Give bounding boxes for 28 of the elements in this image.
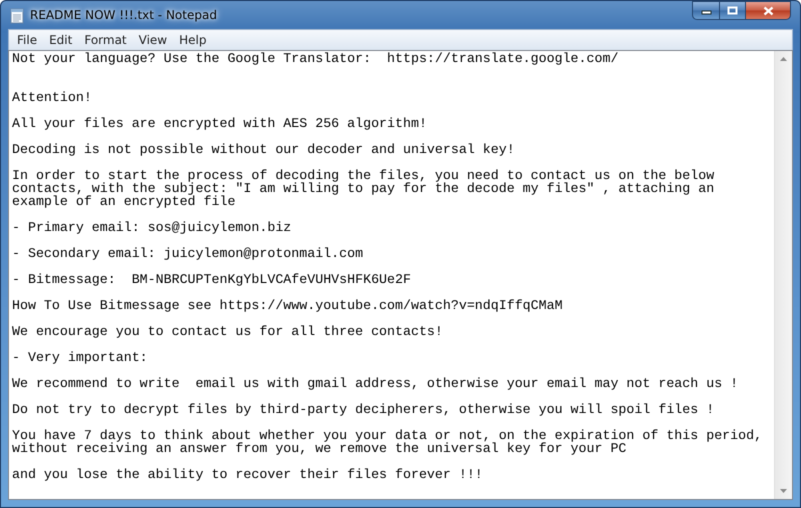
maximize-button[interactable]: [719, 1, 746, 20]
text-paragraph: - Secondary email: juicylemon@protonmail.com: [12, 247, 364, 260]
menu-item[interactable]: Edit: [43, 33, 78, 47]
text-paragraph: We encourage you to contact us for all three contacts!: [12, 325, 444, 338]
text-paragraph: Decoding is not possible without our decoder and universal key!: [12, 143, 516, 156]
text-paragraph: - Primary email: sos@juicylemon.biz: [12, 221, 292, 234]
menu-item[interactable]: Format: [78, 33, 133, 47]
minimize-button[interactable]: [692, 1, 719, 20]
text-paragraph: - Very important:: [12, 351, 149, 364]
text-paragraph: Not your language? Use the Google Translator: https://translate.google.com/: [12, 52, 620, 65]
maximize-icon: [727, 6, 738, 15]
menu-item[interactable]: File: [11, 33, 44, 47]
menu-item[interactable]: View: [132, 33, 174, 47]
text-paragraph: In order to start the process of decoding the files, you need to contact us on the below contacts, with the subject: "I am willing to pay for the decode my files" , attaching an example of an encrypted file: [12, 169, 716, 208]
text-paragraph: - Bitmessage: BM-NBRCUPTenKgYbLVCAfeVUHVsHFK6Ue2F: [12, 273, 412, 286]
text-paragraph: We recommend to write email us with gmail address, otherwise your email may not reach us !: [12, 377, 740, 390]
close-button[interactable]: [746, 1, 791, 20]
text-paragraph: Do not try to decrypt files by third-party decipherers, otherwise you will spoil files !: [12, 403, 716, 416]
text-paragraph: All your files are encrypted with AES 256 algorithm!: [12, 117, 428, 130]
notepad-icon: [10, 8, 24, 24]
text-paragraph: and you lose the ability to recover their files forever !!!: [12, 468, 484, 481]
text-paragraph: Attention!: [12, 91, 93, 104]
menu-item[interactable]: Help: [173, 33, 212, 47]
text-paragraph: You have 7 days to think about whether you your data or not, on the expiration of this period, without receiving an answer from you, we remove the universal key for your PC: [12, 429, 764, 455]
window-title: README NOW !!!.txt - Notepad: [30, 8, 218, 22]
vertical-scrollbar[interactable]: [774, 51, 792, 499]
close-icon: [762, 6, 774, 16]
text-paragraph: How To Use Bitmessage see https://www.youtube.com/watch?v=ndqIffqCMaM: [12, 299, 564, 312]
